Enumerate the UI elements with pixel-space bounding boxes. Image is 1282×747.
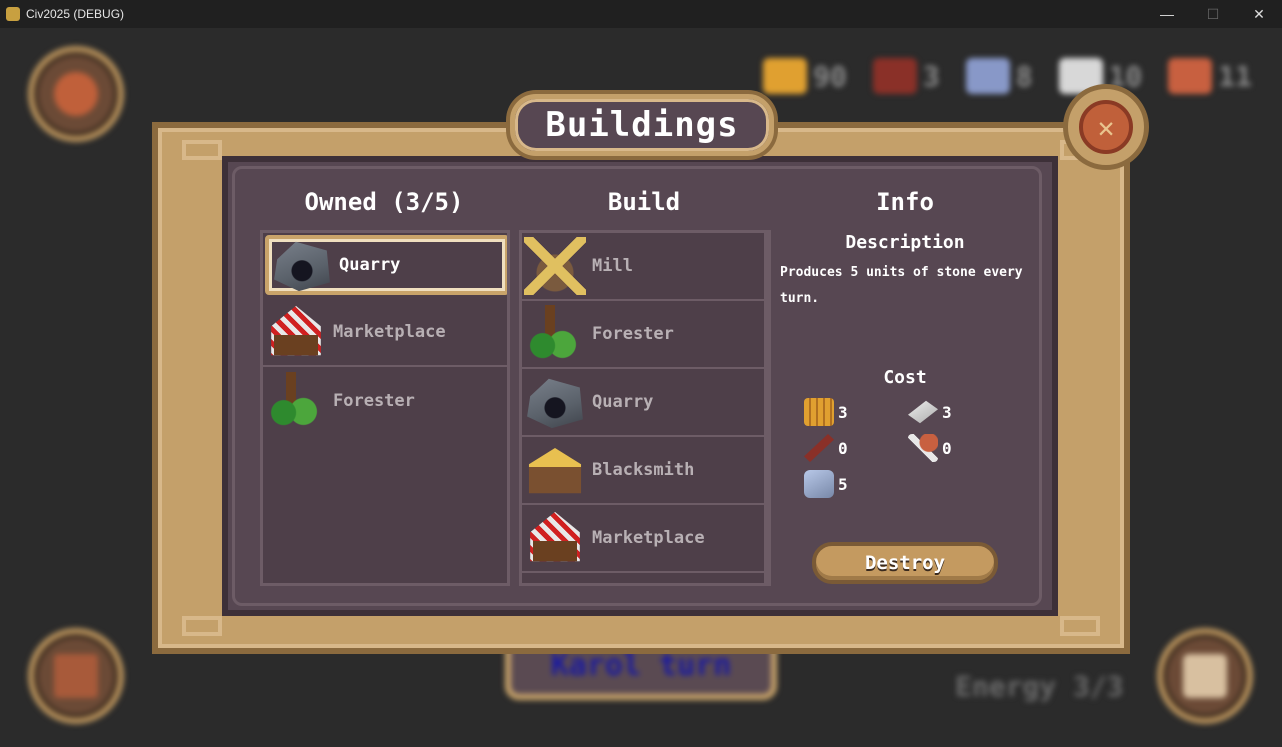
owned-header: Owned (3/5): [304, 188, 464, 216]
cost-gold: 3: [804, 398, 848, 426]
resource-food: 11: [1168, 58, 1252, 94]
build-item-mill[interactable]: Mill: [522, 233, 768, 301]
maximize-button[interactable]: ☐: [1190, 0, 1236, 28]
building-name: Marketplace: [333, 322, 446, 342]
quarry-icon: [527, 378, 583, 429]
marketplace-icon: [530, 511, 580, 562]
owned-list[interactable]: Quarry Marketplace Forester: [260, 230, 510, 586]
building-name: Quarry: [592, 392, 654, 412]
resource-bar: 90 3 8 10 11: [763, 58, 1252, 94]
building-name: Forester: [333, 391, 415, 411]
window-controls: — ☐ ✕: [1144, 0, 1282, 28]
stone-icon: [965, 58, 1010, 94]
app-icon: [6, 7, 20, 21]
window-titlebar: Civ2025 (DEBUG) — ☐ ✕: [0, 0, 1282, 28]
info-header: Info: [876, 188, 934, 216]
iron-icon: [908, 400, 938, 424]
resource-stone: 8: [965, 58, 1033, 94]
build-item-marketplace[interactable]: Marketplace: [522, 505, 768, 573]
food-icon: [908, 434, 938, 462]
mill-icon: [524, 237, 586, 295]
book-button[interactable]: [28, 628, 124, 724]
window-title: Civ2025 (DEBUG): [26, 7, 125, 21]
marketplace-icon: [271, 305, 321, 356]
build-list[interactable]: Mill Forester Quarry Blacksmith Marketpl…: [519, 230, 771, 586]
resource-wood: 3: [872, 58, 940, 94]
owned-item-quarry[interactable]: Quarry: [265, 235, 507, 295]
gold-icon: [804, 398, 834, 426]
building-name: Marketplace: [592, 528, 705, 548]
cost-food: 0: [908, 434, 952, 462]
close-icon: ✕: [1079, 100, 1133, 154]
close-modal-button[interactable]: ✕: [1063, 84, 1149, 170]
cost-stone: 5: [804, 470, 848, 498]
quarry-icon: [274, 241, 330, 292]
wood-icon: [872, 58, 917, 94]
building-icon: [524, 578, 586, 586]
build-item-blacksmith[interactable]: Blacksmith: [522, 437, 768, 505]
building-name: Forester: [592, 324, 674, 344]
forester-icon: [524, 305, 586, 363]
frame-corner: [182, 140, 222, 160]
book-icon: [54, 654, 98, 698]
description-label: Description: [845, 232, 965, 253]
hourglass-icon: [1183, 654, 1227, 698]
energy-label: Energy 3/3: [955, 670, 1124, 703]
resource-gold: 90: [763, 58, 847, 94]
build-header: Build: [607, 188, 681, 216]
owned-item-marketplace[interactable]: Marketplace: [263, 299, 507, 367]
end-turn-hourglass-button[interactable]: [1157, 628, 1253, 724]
settings-button[interactable]: [28, 46, 124, 142]
build-item-partial[interactable]: [522, 573, 768, 586]
wood-icon: [804, 434, 834, 462]
close-window-button[interactable]: ✕: [1236, 0, 1282, 28]
food-icon: [1168, 58, 1213, 94]
build-item-quarry[interactable]: Quarry: [522, 369, 768, 437]
frame-corner: [1060, 616, 1100, 636]
stone-icon: [804, 470, 834, 498]
owned-item-forester[interactable]: Forester: [263, 367, 507, 435]
gear-icon: [54, 72, 98, 116]
cost-label: Cost: [883, 367, 927, 388]
description-text: Produces 5 units of stone every turn.: [780, 265, 1023, 306]
forester-icon: [265, 372, 327, 430]
modal-title: Buildings: [510, 94, 774, 156]
build-item-forester[interactable]: Forester: [522, 301, 768, 369]
frame-corner: [182, 616, 222, 636]
minimize-button[interactable]: —: [1144, 0, 1190, 28]
build-list-scrollbar[interactable]: [764, 233, 768, 583]
cost-wood: 0: [804, 434, 848, 462]
gold-icon: [763, 58, 808, 94]
building-name: Blacksmith: [592, 460, 695, 480]
building-name: Quarry: [339, 255, 401, 275]
cost-iron: 3: [908, 398, 952, 426]
blacksmith-icon: [528, 447, 582, 494]
destroy-button[interactable]: Destroy: [812, 542, 998, 584]
building-name: Mill: [592, 256, 633, 276]
